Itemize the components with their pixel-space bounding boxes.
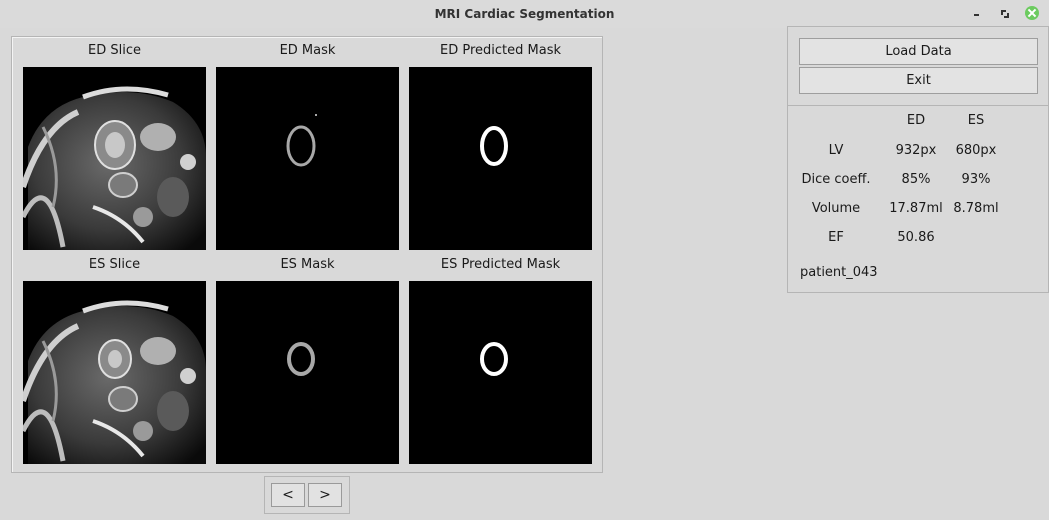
row-volume-label: Volume xyxy=(811,201,861,216)
es-slice-image xyxy=(23,281,206,464)
es-mask-label: ES Mask xyxy=(280,257,335,272)
slice-navigation: < > xyxy=(264,476,350,514)
ed-mask-label: ED Mask xyxy=(279,43,336,58)
es-mask-image xyxy=(216,281,399,464)
title-bar: MRI Cardiac Segmentation xyxy=(0,0,1049,28)
row-dice-label: Dice coeff. xyxy=(801,172,871,187)
col-es-header: ES xyxy=(967,113,985,128)
es-pred-label: ES Predicted Mask xyxy=(440,257,561,272)
row-ef-label: EF xyxy=(828,230,844,245)
close-icon[interactable] xyxy=(1025,6,1039,20)
divider xyxy=(788,105,1048,106)
ed-pred-label: ED Predicted Mask xyxy=(440,43,561,58)
image-grid-panel: ED Slice ED Mask ED Predicted Mask ES Sl… xyxy=(11,36,603,473)
row-lv-label: LV xyxy=(828,143,844,158)
exit-button[interactable]: Exit xyxy=(799,67,1038,94)
minimize-icon[interactable] xyxy=(970,6,984,20)
control-panel: Load Data Exit ED ES LV 932px 680px Dice… xyxy=(787,26,1049,293)
row-ef-ed: 50.86 xyxy=(897,230,935,245)
load-data-button[interactable]: Load Data xyxy=(799,38,1038,65)
row-dice-es: 93% xyxy=(961,172,991,187)
patient-id: patient_043 xyxy=(800,265,878,280)
window-title: MRI Cardiac Segmentation xyxy=(434,7,615,21)
maximize-icon[interactable] xyxy=(997,6,1011,20)
ed-mask-image xyxy=(216,67,399,250)
row-lv-es: 680px xyxy=(955,143,997,158)
ed-slice-label: ED Slice xyxy=(88,43,141,58)
row-volume-es: 8.78ml xyxy=(953,201,999,216)
next-button[interactable]: > xyxy=(308,483,342,507)
es-pred-image xyxy=(409,281,592,464)
es-slice-label: ES Slice xyxy=(88,257,141,272)
ed-pred-image xyxy=(409,67,592,250)
prev-button[interactable]: < xyxy=(271,483,305,507)
ed-slice-image xyxy=(23,67,206,250)
